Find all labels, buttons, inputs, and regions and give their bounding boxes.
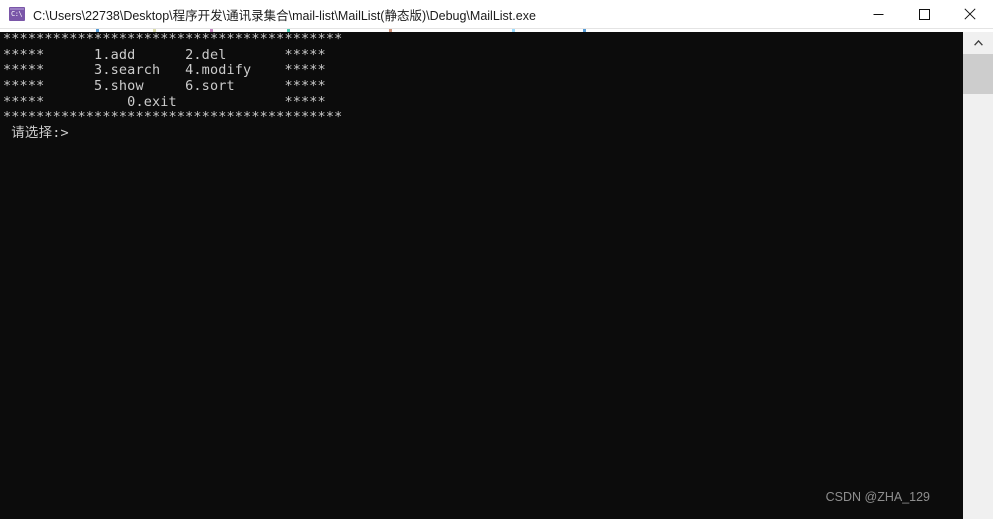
minimize-icon [873,13,883,15]
maximize-button[interactable] [901,0,947,28]
scrollbar-track[interactable] [963,94,993,519]
console-line: 请选择:> [3,125,69,142]
window-title: C:\Users\22738\Desktop\程序开发\通讯录集合\mail-l… [33,8,536,23]
close-button[interactable] [947,0,993,28]
console-line: ***** 3.search 4.modify ***** [3,62,326,79]
console-window: C:\ C:\Users\22738\Desktop\程序开发\通讯录集合\ma… [0,0,993,519]
close-icon [964,8,976,20]
console-icon-glyph: C:\ [11,10,23,18]
console-line: ***** 5.show 6.sort ***** [3,78,326,95]
console-line: ***** 1.add 2.del ***** [3,46,326,63]
maximize-icon [918,8,930,20]
watermark: CSDN @ZHA_129 [825,490,930,504]
titlebar[interactable]: C:\ C:\Users\22738\Desktop\程序开发\通讯录集合\ma… [0,0,993,29]
console-text-buffer: ****************************************… [3,32,342,142]
vertical-scrollbar[interactable] [963,32,993,519]
console-line: ****************************************… [3,109,343,126]
chevron-up-icon [973,40,983,46]
console-line: ****************************************… [3,32,343,47]
screen-root: (IFW-' n f(f(f(f(f(f( ( tpM el printf("请… [0,0,993,519]
console-icon: C:\ [9,7,25,21]
scroll-up-button[interactable] [963,32,993,54]
console-output-area[interactable]: ****************************************… [0,32,963,519]
scrollbar-thumb[interactable] [963,54,993,94]
console-line: ***** 0.exit ***** [3,93,326,110]
minimize-button[interactable] [855,0,901,28]
